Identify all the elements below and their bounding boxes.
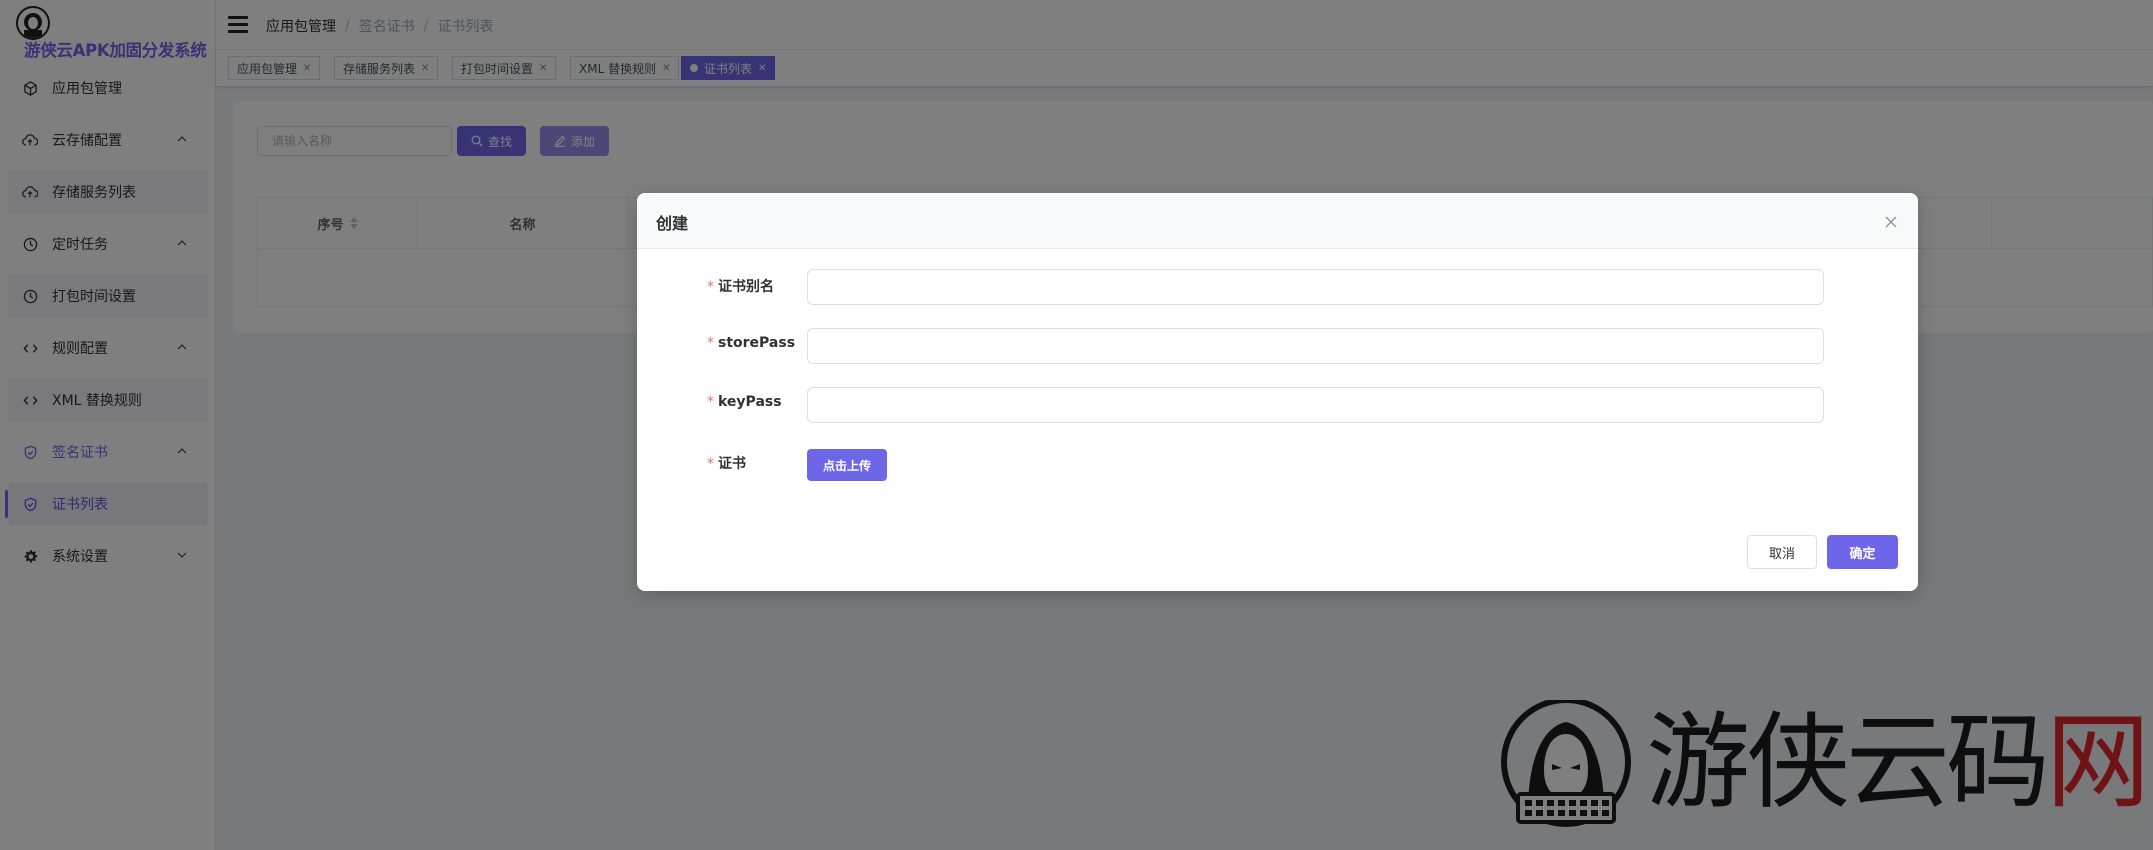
form-row-key-pass: * keyPass (637, 385, 1918, 423)
form-row-store-pass: * storePass (637, 326, 1918, 364)
create-dialog: 创建 * 证书别名 * storePass * keyPass * 证书 点击上传 取消… (637, 193, 1918, 591)
cert-alias-input[interactable] (807, 269, 1824, 305)
form-row-cert-alias: * 证书别名 (637, 267, 1918, 305)
dialog-title: 创建 (656, 214, 689, 233)
key-pass-input[interactable] (807, 387, 1824, 423)
store-pass-label: * storePass (707, 335, 795, 351)
field-label: keyPass (718, 394, 782, 410)
upload-button[interactable]: 点击上传 (807, 449, 888, 481)
cancel-button[interactable]: 取消 (1747, 535, 1817, 569)
required-asterisk: * (707, 279, 714, 295)
required-asterisk: * (707, 456, 714, 472)
confirm-button[interactable]: 确定 (1827, 535, 1898, 569)
field-label: 证书 (718, 456, 746, 472)
field-label: 证书别名 (718, 279, 774, 295)
store-pass-input[interactable] (807, 328, 1824, 364)
field-label: storePass (718, 335, 796, 351)
form-row-certificate: * 证书 点击上传 (637, 444, 1918, 482)
required-asterisk: * (707, 335, 714, 351)
required-asterisk: * (707, 394, 714, 410)
certificate-label: * 证书 (707, 453, 746, 473)
close-icon[interactable] (1884, 215, 1898, 229)
dialog-header: 创建 (637, 193, 1918, 249)
cert-alias-label: * 证书别名 (707, 276, 774, 296)
key-pass-label: * keyPass (707, 394, 782, 410)
